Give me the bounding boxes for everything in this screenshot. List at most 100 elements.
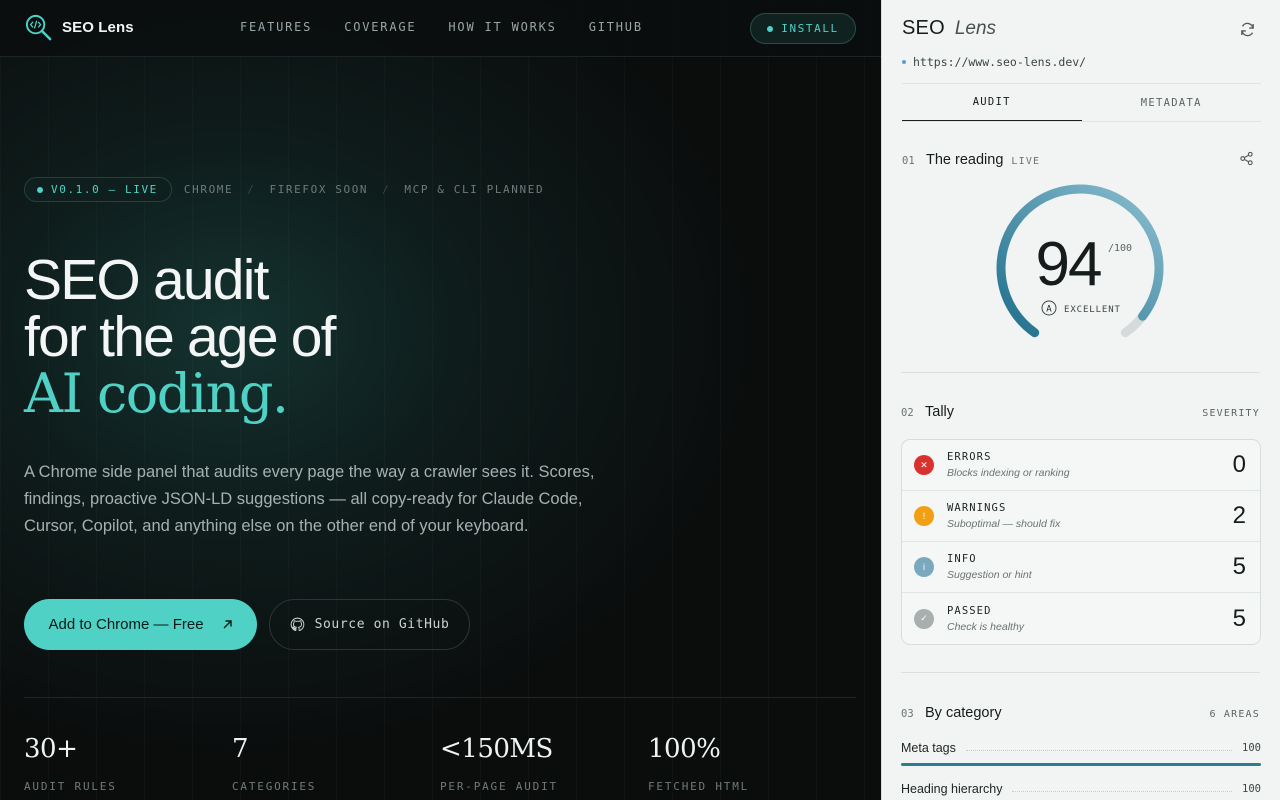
magnifier-code-icon xyxy=(25,14,52,41)
live-dot-icon xyxy=(37,186,43,193)
hero-accent: AI coding. xyxy=(24,362,289,425)
nav-link-coverage[interactable]: COVERAGE xyxy=(344,20,416,34)
tally-count: 0 xyxy=(1232,451,1246,478)
stat-label: AUDIT RULES xyxy=(24,780,117,793)
stat-audit-rules: 30+ AUDIT RULES xyxy=(24,698,232,793)
stat-label: CATEGORIES xyxy=(232,780,317,793)
section-divider xyxy=(901,372,1260,373)
section-title: The reading xyxy=(926,152,1004,168)
section-number: 02 xyxy=(901,407,914,419)
category-name: Meta tags xyxy=(901,741,956,755)
brand-logo-link[interactable]: SEO Lens xyxy=(24,13,134,42)
release-badges: V0.1.0 — LIVE CHROME / FIREFOX SOON / MC… xyxy=(24,177,544,202)
tally-row-info[interactable]: i INFO Suggestion or hint 5 xyxy=(902,542,1260,593)
panel-tabs: AUDIT METADATA xyxy=(902,83,1261,121)
areas-count: 6 AREAS xyxy=(1209,709,1260,720)
section-title: By category xyxy=(925,705,1002,721)
tally-row-errors[interactable]: ✕ ERRORS Blocks indexing or ranking 0 xyxy=(902,440,1260,491)
tally-name: ERRORS xyxy=(947,451,992,463)
url-dot-icon xyxy=(902,60,906,64)
platform-separator: / xyxy=(247,183,256,196)
install-button[interactable]: INSTALL xyxy=(750,13,856,44)
section-number: 03 xyxy=(901,708,914,720)
platform-firefox: FIREFOX SOON xyxy=(269,183,369,196)
grade-label: EXCELLENT xyxy=(1064,305,1121,315)
version-badge: V0.1.0 — LIVE xyxy=(24,177,172,202)
nav-link-github[interactable]: GITHUB xyxy=(589,20,643,34)
platform-separator: / xyxy=(382,183,391,196)
nav-links: FEATURES COVERAGE HOW IT WORKS GITHUB xyxy=(240,20,643,34)
tally-description: Blocks indexing or ranking xyxy=(947,467,1070,479)
tally-description: Suggestion or hint xyxy=(947,569,1032,581)
leader-dots xyxy=(1012,790,1233,792)
nav-link-features[interactable]: FEATURES xyxy=(240,20,312,34)
github-source-button[interactable]: Source on GitHub xyxy=(269,599,470,650)
stat-label: PER-PAGE AUDIT xyxy=(440,780,558,793)
tally-text: ERRORS Blocks indexing or ranking xyxy=(947,451,1233,479)
landing-page: SEO Lens FEATURES COVERAGE HOW IT WORKS … xyxy=(0,0,881,800)
seo-lens-side-panel: SEO Lens https://www.seo-lens.dev/ AUDIT… xyxy=(881,0,1280,800)
panel-title: SEO xyxy=(902,17,945,39)
stat-fetched-html: 100% FETCHED HTML xyxy=(648,698,856,793)
refresh-icon[interactable] xyxy=(1239,21,1256,38)
tally-name: INFO xyxy=(947,553,977,565)
hero-description: A Chrome side panel that audits every pa… xyxy=(24,463,595,535)
tab-metadata[interactable]: METADATA xyxy=(1082,84,1262,121)
tally-count: 5 xyxy=(1232,604,1246,632)
reading-section-header: 01 The reading LIVE xyxy=(902,152,1260,168)
tally-text: INFO Suggestion or hint xyxy=(947,553,1233,581)
platform-mcp-cli: MCP & CLI PLANNED xyxy=(404,183,545,196)
leader-dots xyxy=(965,749,1233,751)
grade-letter: A xyxy=(1046,305,1052,315)
stats-row: 30+ AUDIT RULES 7 CATEGORIES <150MS PER-… xyxy=(24,697,856,793)
stat-audit-speed: <150MS PER-PAGE AUDIT xyxy=(440,698,648,793)
error-x-icon: ✕ xyxy=(914,455,934,475)
stat-label: FETCHED HTML xyxy=(648,780,750,793)
category-section-header: 03 By category 6 AREAS xyxy=(901,705,1260,721)
category-row-meta-tags[interactable]: Meta tags 100 xyxy=(901,741,1261,755)
tally-text: WARNINGS Suboptimal — should fix xyxy=(947,502,1233,530)
category-bar-meta-tags xyxy=(901,763,1261,766)
panel-title-italic: Lens xyxy=(954,18,997,39)
add-to-chrome-label: Add to Chrome — Free xyxy=(48,616,204,633)
tally-count: 5 xyxy=(1232,553,1246,580)
share-icon[interactable] xyxy=(1239,151,1254,166)
tally-row-passed[interactable]: ✓ PASSED Check is healthy 5 xyxy=(902,593,1260,644)
hero-line-1: SEO audit xyxy=(24,248,269,312)
hero-heading: SEO audit for the age of AI coding. xyxy=(24,248,337,425)
url-text: https://www.seo-lens.dev/ xyxy=(913,55,1087,69)
category-score: 100 xyxy=(1242,783,1261,795)
platform-list: CHROME / FIREFOX SOON / MCP & CLI PLANNE… xyxy=(184,183,544,196)
warning-icon: ! xyxy=(914,506,934,526)
category-row-heading-hierarchy[interactable]: Heading hierarchy 100 xyxy=(901,782,1261,796)
score-gauge: 94 /100 A EXCELLENT xyxy=(996,184,1164,338)
tally-list: ✕ ERRORS Blocks indexing or ranking 0 ! … xyxy=(901,439,1261,645)
check-icon: ✓ xyxy=(914,608,934,629)
section-divider xyxy=(901,672,1260,673)
nav-link-how-it-works[interactable]: HOW IT WORKS xyxy=(448,20,556,34)
brand-name: SEO Lens xyxy=(62,19,134,36)
platform-chrome: CHROME xyxy=(183,183,234,196)
status-dot-icon xyxy=(767,25,774,32)
current-url: https://www.seo-lens.dev/ xyxy=(902,55,1086,69)
info-icon: i xyxy=(914,557,934,577)
top-navigation: SEO Lens FEATURES COVERAGE HOW IT WORKS … xyxy=(0,0,881,57)
score-max: /100 xyxy=(1108,243,1132,254)
github-icon xyxy=(290,617,304,632)
live-tag: LIVE xyxy=(1011,156,1041,167)
install-label: INSTALL xyxy=(781,22,839,35)
tab-audit[interactable]: AUDIT xyxy=(902,84,1082,121)
tabs-divider xyxy=(902,121,1261,122)
stat-categories: 7 CATEGORIES xyxy=(232,698,440,793)
tally-row-warnings[interactable]: ! WARNINGS Suboptimal — should fix 2 xyxy=(902,491,1260,542)
severity-label: SEVERITY xyxy=(1202,408,1260,419)
stat-value: 7 xyxy=(232,734,249,764)
tally-count: 2 xyxy=(1232,502,1246,529)
stat-value: 30+ xyxy=(24,734,78,764)
tally-name: PASSED xyxy=(947,604,992,617)
category-name: Heading hierarchy xyxy=(901,782,1003,796)
tally-name: WARNINGS xyxy=(947,502,1007,514)
tally-description: Check is healthy xyxy=(947,620,1025,633)
add-to-chrome-button[interactable]: Add to Chrome — Free xyxy=(24,599,257,650)
tally-text: PASSED Check is healthy xyxy=(947,605,1233,633)
